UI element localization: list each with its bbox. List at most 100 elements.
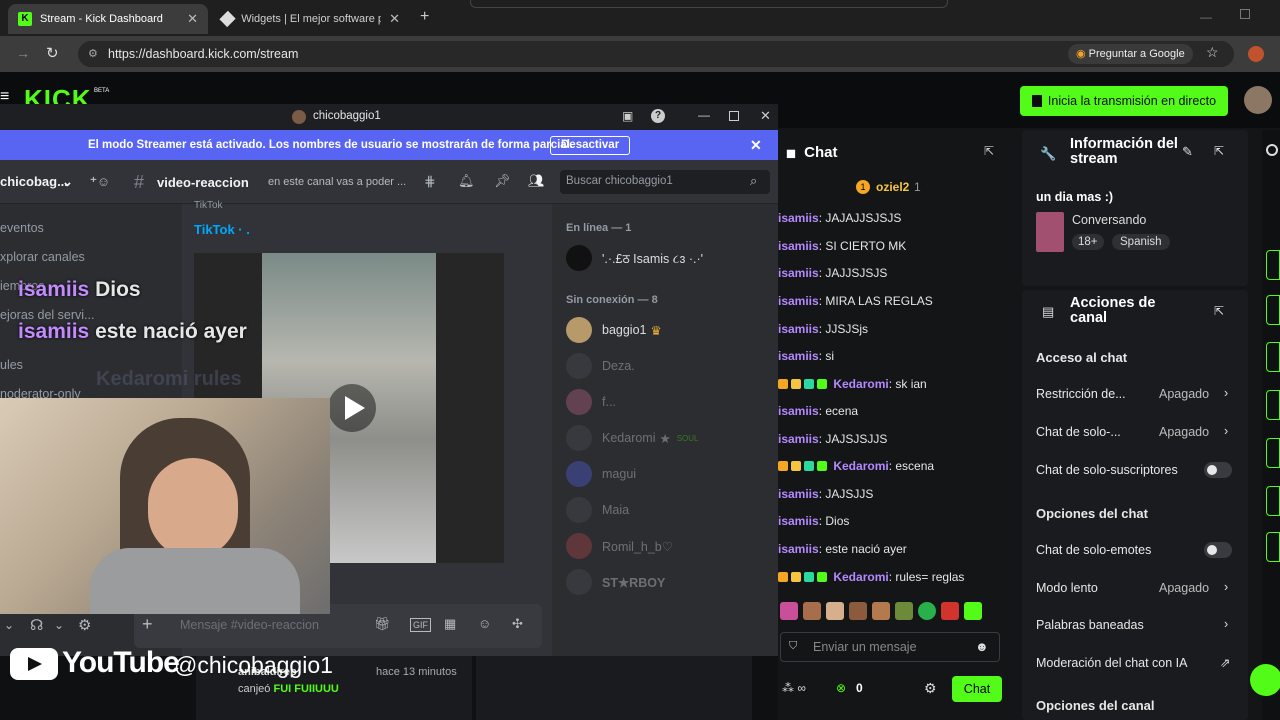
slow-mode-value[interactable]: Apagado [1159, 581, 1209, 595]
new-tab-icon[interactable]: + [420, 8, 429, 26]
emote-icon[interactable] [872, 602, 890, 620]
window-maximize-icon[interactable] [729, 111, 739, 121]
chevron-down-icon[interactable]: ⌄ [4, 618, 14, 632]
support-chat-icon[interactable] [1250, 664, 1280, 696]
chevron-right-icon[interactable]: › [1224, 580, 1228, 594]
server-name[interactable]: chicobag... ⌄ ⁺☺ [0, 174, 182, 189]
send-chat-button[interactable]: Chat [952, 676, 1002, 702]
user-avatar[interactable] [1244, 86, 1272, 114]
member-offline[interactable]: baggio1 ♛ [566, 317, 662, 343]
popout-chat-icon[interactable]: ⇱ [984, 144, 994, 158]
chat-username[interactable]: Kedaromi [833, 570, 888, 584]
chat-username[interactable]: Kedaromi [833, 459, 888, 473]
member-offline[interactable]: Maia [566, 497, 629, 523]
chat-settings-icon[interactable]: ⚙ [924, 680, 937, 697]
followers-only-value[interactable]: Apagado [1159, 425, 1209, 439]
emote-icon[interactable] [964, 602, 982, 620]
embed-title-link[interactable]: TikTok · . [194, 222, 250, 237]
reload-icon[interactable]: ↻ [46, 44, 59, 62]
member-list-icon[interactable]: 👥︎ [528, 173, 545, 189]
minimize-icon[interactable]: — [1200, 10, 1212, 24]
chat-username[interactable]: isamiis [778, 239, 819, 253]
edit-icon[interactable]: ✎ [1182, 144, 1193, 160]
close-tab-icon[interactable]: ✕ [389, 11, 400, 27]
profile-avatar[interactable] [1248, 46, 1264, 62]
rail-button-icon[interactable] [1266, 532, 1280, 562]
member-offline[interactable]: Deza. [566, 353, 635, 379]
chat-username[interactable]: isamiis [778, 266, 819, 280]
emote-icon[interactable] [849, 602, 867, 620]
emote-icon[interactable] [780, 602, 798, 620]
emoji-picker-icon[interactable]: ☺ [478, 616, 491, 631]
forward-icon[interactable]: → [16, 45, 30, 61]
pin-icon[interactable]: 📌︎ [494, 173, 511, 189]
banner-close-icon[interactable]: ✕ [750, 137, 762, 154]
chat-username[interactable]: isamiis [778, 211, 819, 225]
chevron-right-icon[interactable]: › [1224, 424, 1228, 438]
emote-icon[interactable] [941, 602, 959, 620]
external-link-icon[interactable]: ⇗ [1220, 655, 1230, 670]
emotes-only-toggle[interactable] [1204, 542, 1232, 558]
sidebar-item-rules[interactable]: ules [0, 358, 23, 372]
banned-words-label[interactable]: Palabras baneadas [1036, 618, 1144, 632]
chat-username[interactable]: isamiis [778, 294, 819, 308]
rail-button-icon[interactable] [1266, 295, 1280, 325]
threads-icon[interactable]: ⋕ [424, 173, 436, 190]
gif-icon[interactable]: GIF [410, 618, 431, 632]
discord-search-input[interactable]: Buscar chicobaggio1 ⌕ [560, 170, 770, 194]
chat-username[interactable]: isamiis [778, 432, 819, 446]
headphones-icon[interactable]: ☊ [30, 616, 43, 634]
chat-username[interactable]: isamiis [778, 404, 819, 418]
subs-only-toggle[interactable] [1204, 462, 1232, 478]
rail-button-icon[interactable] [1266, 438, 1280, 468]
gift-icon[interactable]: 🎁︎ [374, 616, 391, 632]
go-live-button[interactable]: Inicia la transmisión en directo [1020, 86, 1228, 116]
emote-icon[interactable] [826, 602, 844, 620]
sticker-icon[interactable]: ▦ [444, 616, 456, 632]
member-offline[interactable]: magui [566, 461, 636, 487]
emoji-icon[interactable]: ☻ [975, 639, 989, 654]
bookmark-star-icon[interactable]: ☆ [1206, 44, 1219, 61]
chat-username[interactable]: isamiis [778, 322, 819, 336]
member-offline[interactable]: ST★RBOY [566, 569, 665, 595]
chevron-right-icon[interactable]: › [1224, 617, 1228, 631]
member-offline[interactable]: Kedaromi ★ SOUL [566, 425, 699, 451]
sidebar-item-events[interactable]: eventos [0, 221, 44, 235]
info-icon[interactable] [1266, 144, 1278, 156]
member-offline[interactable]: Romil_h_b♡ [566, 533, 673, 559]
chat-username[interactable]: Kedaromi [833, 377, 888, 391]
add-attachment-icon[interactable]: + [142, 614, 153, 635]
rail-button-icon[interactable] [1266, 342, 1280, 372]
window-minimize-icon[interactable]: — [698, 108, 710, 122]
chevron-right-icon[interactable]: › [1224, 386, 1228, 400]
restriction-value[interactable]: Apagado [1159, 387, 1209, 401]
chat-input[interactable]: ⛉ Enviar un mensaje ☻ [780, 632, 1000, 662]
rail-button-icon[interactable] [1266, 486, 1280, 516]
chat-username[interactable]: isamiis [778, 349, 819, 363]
emote-icon[interactable] [918, 602, 936, 620]
category-name[interactable]: Conversando [1072, 213, 1146, 227]
emote-icon[interactable] [895, 602, 913, 620]
help-icon[interactable]: ? [651, 109, 665, 123]
bell-icon[interactable]: 🔔︎ [458, 173, 475, 189]
restriction-label[interactable]: Restricción de... [1036, 387, 1126, 401]
member-offline[interactable]: f... [566, 389, 616, 415]
rail-button-icon[interactable] [1266, 390, 1280, 420]
sidebar-item-explore[interactable]: xplorar canales [0, 250, 85, 264]
window-close-icon[interactable]: ✕ [760, 108, 771, 124]
followers-only-label[interactable]: Chat de solo-... [1036, 425, 1121, 439]
emote-icon[interactable] [803, 602, 821, 620]
add-friend-icon[interactable]: ⁺☺ [90, 174, 110, 190]
play-button[interactable] [328, 384, 376, 432]
maximize-icon[interactable] [1240, 9, 1250, 19]
ai-moderation-label[interactable]: Moderación del chat con IA [1036, 656, 1187, 670]
slow-mode-label[interactable]: Modo lento [1036, 581, 1098, 595]
inbox-icon[interactable]: ▣ [622, 109, 633, 123]
tab-widgets[interactable]: Widgets | El mejor software para p ✕ [212, 4, 410, 34]
ask-google-button[interactable]: ◉ Preguntar a Google [1068, 44, 1193, 64]
close-tab-icon[interactable]: ✕ [187, 11, 198, 27]
url-bar[interactable]: ⚙ https://dashboard.kick.com/stream ◉ Pr… [78, 41, 1234, 67]
chat-username[interactable]: isamiis [778, 487, 819, 501]
apps-icon[interactable]: ✣ [512, 616, 523, 632]
rail-button-icon[interactable] [1266, 250, 1280, 280]
